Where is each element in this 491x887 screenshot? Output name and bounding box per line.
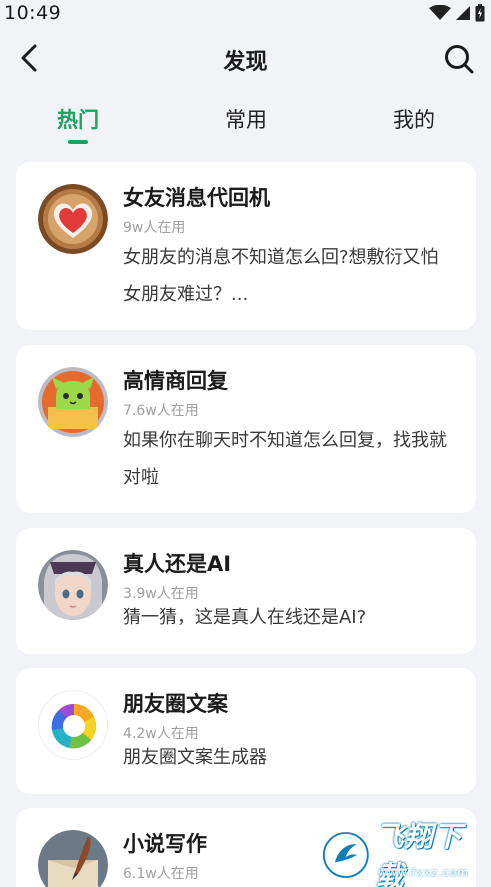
item-title: 真人还是AI xyxy=(123,552,232,576)
tab-common[interactable]: 常用 xyxy=(206,104,286,134)
header: 发现 xyxy=(0,30,491,86)
tab-mine-label: 我的 xyxy=(393,108,435,132)
tab-hot-label: 热门 xyxy=(57,108,99,132)
status-bar: 10:49 xyxy=(0,0,491,26)
watermark-emblem-icon xyxy=(322,832,369,878)
cellular-signal-icon xyxy=(456,6,470,20)
status-icons xyxy=(429,4,485,22)
status-time: 10:49 xyxy=(4,2,62,24)
list-item-moments-copy[interactable]: 朋友圈文案 4.2w人在用 朋友圈文案生成器 xyxy=(16,668,476,794)
item-description: 朋友圈文案生成器 xyxy=(123,747,267,768)
item-user-count: 6.1w人在用 xyxy=(123,866,199,882)
tab-hot[interactable]: 热门 xyxy=(38,104,118,144)
battery-icon xyxy=(475,4,485,22)
item-title: 朋友圈文案 xyxy=(123,692,228,716)
item-title: 女友消息代回机 xyxy=(123,186,270,210)
wifi-icon xyxy=(429,5,451,20)
watermark-url: www.fxxz.com xyxy=(378,866,470,879)
item-description: 女朋友的消息不知道怎么回?想敷衍又怕女朋友难过？... xyxy=(123,247,439,305)
item-user-count: 7.6w人在用 xyxy=(123,403,199,419)
search-button[interactable] xyxy=(442,42,476,76)
item-title: 小说写作 xyxy=(123,832,207,856)
list-item-high-eq-reply[interactable]: 高情商回复 7.6w人在用 如果你在聊天时不知道怎么回复，找我就对啦 xyxy=(16,345,476,513)
item-description: 如果你在聊天时不知道怎么回复，找我就对啦 xyxy=(123,430,447,488)
item-user-count: 9w人在用 xyxy=(123,220,186,236)
tab-active-indicator xyxy=(68,140,88,144)
tab-common-label: 常用 xyxy=(225,108,267,132)
item-title: 高情商回复 xyxy=(123,369,228,393)
item-description: 猜一猜，这是真人在线还是AI? xyxy=(123,607,367,628)
list-item-human-or-ai[interactable]: 真人还是AI 3.9w人在用 猜一猜，这是真人在线还是AI? xyxy=(16,528,476,654)
anime-girl-avatar xyxy=(38,550,108,620)
cat-bubble-icon xyxy=(38,367,108,437)
tab-bar: 热门 常用 我的 xyxy=(0,104,491,148)
page-title: 发现 xyxy=(223,50,268,75)
aperture-icon xyxy=(38,690,108,760)
heart-badge-icon xyxy=(38,184,108,254)
book-quill-icon xyxy=(38,830,108,887)
search-icon xyxy=(445,45,474,74)
list-item-girlfriend-reply[interactable]: 女友消息代回机 9w人在用 女朋友的消息不知道怎么回?想敷衍又怕女朋友难过？..… xyxy=(16,162,476,330)
tab-mine[interactable]: 我的 xyxy=(374,104,454,134)
